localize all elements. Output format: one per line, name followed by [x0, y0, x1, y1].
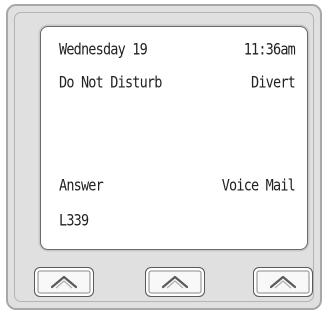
time-label: 11:36am: [243, 40, 296, 60]
phone-body: Wednesday 19 11:36am Do Not Disturb Dive…: [6, 4, 322, 310]
display-row-line-id: L339: [41, 210, 307, 232]
chevron-up-icon: [269, 275, 297, 289]
line-id-label: L339: [59, 211, 89, 231]
softkey-middle-button[interactable]: [145, 267, 205, 297]
display-row-options: Do Not Disturb Divert: [41, 72, 307, 94]
chevron-up-icon: [50, 275, 78, 289]
date-label: Wednesday 19: [59, 40, 148, 60]
phone-display: Wednesday 19 11:36am Do Not Disturb Dive…: [40, 26, 308, 250]
answer-label: Answer: [59, 176, 104, 196]
display-row-date-time: Wednesday 19 11:36am: [41, 39, 307, 61]
softkey-left-button[interactable]: [34, 267, 94, 297]
do-not-disturb-label: Do Not Disturb: [59, 73, 162, 93]
softkey-right-button[interactable]: [253, 267, 313, 297]
voice-mail-label: Voice Mail: [221, 176, 296, 196]
display-row-softkey-labels: Answer Voice Mail: [41, 175, 307, 197]
chevron-up-icon: [161, 275, 189, 289]
divert-label: Divert: [251, 73, 296, 93]
